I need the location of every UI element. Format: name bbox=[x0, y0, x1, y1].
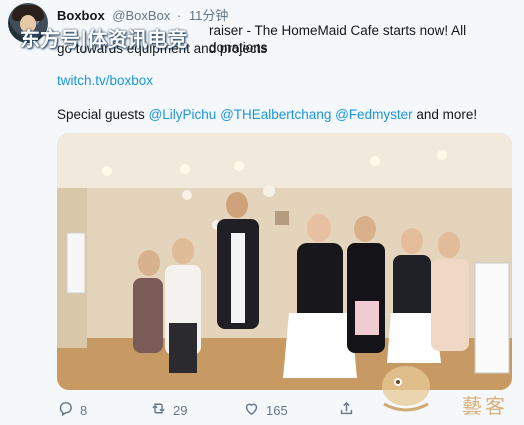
overlay-watermark: 东方号|体资讯电竞 bbox=[20, 27, 188, 51]
user-handle[interactable]: @BoxBox bbox=[112, 8, 170, 23]
share-icon bbox=[338, 400, 355, 420]
reply-count: 8 bbox=[80, 402, 88, 418]
group-photo-illustration bbox=[57, 133, 512, 390]
tweet-link[interactable]: twitch.tv/boxbox bbox=[57, 73, 153, 88]
guests-suffix: and more! bbox=[416, 107, 478, 122]
like-count: 165 bbox=[266, 402, 288, 418]
retweet-count: 29 bbox=[173, 402, 188, 418]
retweet-icon bbox=[150, 400, 167, 420]
like-button[interactable]: 165 bbox=[243, 400, 288, 420]
mention-fedmyster[interactable]: @Fedmyster bbox=[335, 107, 412, 122]
share-button[interactable] bbox=[338, 400, 355, 420]
retweet-button[interactable]: 29 bbox=[150, 400, 187, 420]
reply-icon bbox=[57, 400, 74, 420]
mention-thealbertchang[interactable]: @THEalbertchang bbox=[220, 107, 331, 122]
tweet-photo[interactable] bbox=[57, 133, 512, 390]
tweet-actions: 8 29 165 bbox=[0, 400, 524, 422]
reply-button[interactable]: 8 bbox=[57, 400, 87, 420]
separator-dot: · bbox=[176, 8, 182, 23]
guests-prefix: Special guests bbox=[57, 107, 145, 122]
like-icon bbox=[243, 400, 260, 420]
mention-lilypichu[interactable]: @LilyPichu bbox=[149, 107, 217, 122]
tweet-header: Boxbox @BoxBox · 11分钟 bbox=[57, 5, 228, 24]
guests-text: Special guests @LilyPichu @THEalbertchan… bbox=[57, 107, 477, 122]
timestamp[interactable]: 11分钟 bbox=[189, 8, 229, 23]
display-name[interactable]: Boxbox bbox=[57, 8, 105, 23]
